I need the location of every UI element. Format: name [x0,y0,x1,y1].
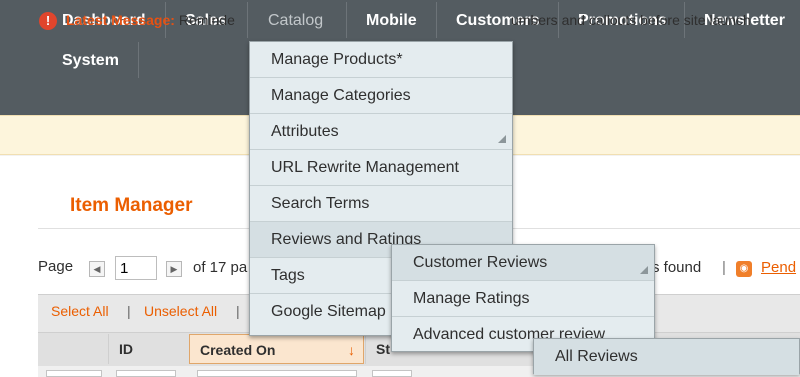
menu-item-label: Attributes [271,123,339,140]
menu-item-label: Customer Reviews [413,254,548,271]
menu-item-attributes[interactable]: Attributes [250,114,512,150]
nav-mobile[interactable]: Mobile [348,0,435,40]
filter-input[interactable] [116,370,176,377]
pending-link[interactable]: Pend [761,259,796,276]
nav-divider [247,2,248,38]
latest-message: Latest Message: Reminde [66,12,235,28]
submenu-arrow-icon [498,135,506,143]
page-number-input[interactable] [115,256,157,280]
nav-divider [436,2,437,38]
menu-item-customer-reviews[interactable]: Customer Reviews [392,245,654,281]
nav-catalog[interactable]: Catalog [250,0,341,40]
reviews-submenu: Customer Reviews Manage Ratings Advanced… [391,244,655,352]
menu-item-manage-ratings[interactable]: Manage Ratings [392,281,654,317]
selection-separator: | [236,303,240,319]
column-created-on-label: Created On [200,342,276,358]
page-label: Page [38,258,74,275]
next-page-button[interactable]: ▶ [166,261,182,277]
column-created-on[interactable]: Created On ↓ [189,334,364,364]
menu-item-search-terms[interactable]: Search Terms [250,186,512,222]
records-found-text: s found [652,259,702,276]
sort-desc-icon: ↓ [348,342,355,358]
menu-item-manage-products[interactable]: Manage Products* [250,42,512,78]
message-label: Latest Message: [66,12,175,28]
page-title: Item Manager [70,195,193,216]
rss-icon[interactable]: ◉ [736,261,752,277]
filter-input[interactable] [197,370,357,377]
filter-input[interactable] [372,370,412,377]
menu-item-manage-categories[interactable]: Manage Categories [250,78,512,114]
message-text-left: Reminde [178,12,235,28]
nav-system[interactable]: System [44,40,137,80]
filter-input[interactable] [46,370,102,377]
unselect-all-link[interactable]: Unselect All [144,303,217,319]
column-id[interactable]: ID [108,334,188,364]
menu-item-all-reviews[interactable]: All Reviews [534,339,799,375]
select-all-link[interactable]: Select All [51,303,109,319]
nav-divider [138,42,139,78]
prev-page-button[interactable]: ◀ [89,261,105,277]
page-count-text: of 17 pa [193,259,248,276]
customer-reviews-submenu: All Reviews [533,338,800,375]
submenu-arrow-icon [640,266,648,274]
pager-separator: | [722,259,726,276]
alert-icon: ! [39,12,57,30]
selection-separator: | [127,303,131,319]
menu-item-url-rewrite[interactable]: URL Rewrite Management [250,150,512,186]
nav-divider [346,2,347,38]
message-text-right: umbers and callouts before site launch [511,12,751,28]
